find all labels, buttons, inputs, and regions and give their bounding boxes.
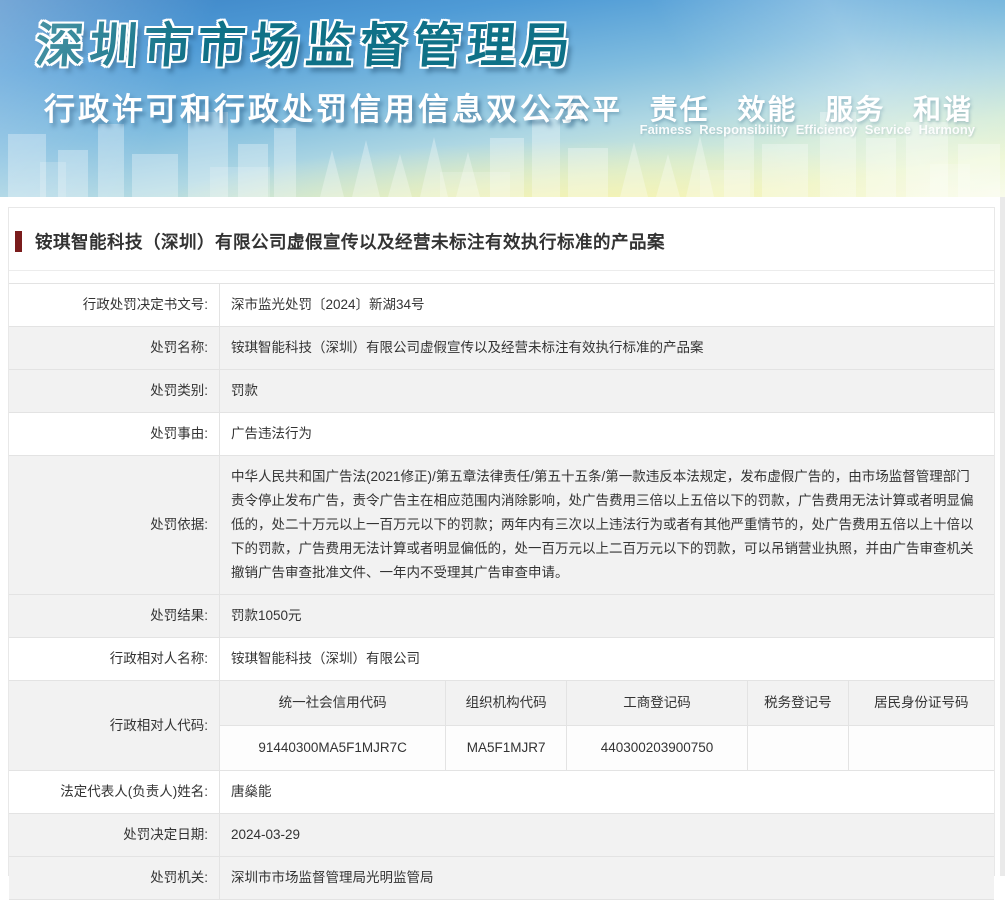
row-label: 处罚机关:: [9, 857, 220, 899]
row-label: 处罚决定日期:: [9, 814, 220, 856]
row-label: 处罚结果:: [9, 595, 220, 637]
site-banner: 深圳市市场监督管理局 行政许可和行政处罚信用信息双公示 公平 责任 效能 服务 …: [0, 0, 1005, 197]
row-value: 广告违法行为: [220, 413, 994, 455]
code-column-header: 组织机构代码: [445, 681, 566, 726]
row-value: 铵琪智能科技（深圳）有限公司虚假宣传以及经营未标注有效执行标准的产品案: [220, 327, 994, 369]
row-value: 中华人民共和国广告法(2021修正)/第五章法律责任/第五十五条/第一款违反本法…: [220, 456, 994, 594]
table-row: 处罚依据:中华人民共和国广告法(2021修正)/第五章法律责任/第五十五条/第一…: [9, 456, 994, 595]
row-label: 处罚事由:: [9, 413, 220, 455]
row-value-codes: 统一社会信用代码组织机构代码工商登记码税务登记号居民身份证号码 91440300M…: [220, 681, 994, 770]
row-value: 铵琪智能科技（深圳）有限公司: [220, 638, 994, 680]
row-label: 处罚类别:: [9, 370, 220, 412]
penalty-table: 行政处罚决定书文号:深市监光处罚〔2024〕新湖34号处罚名称:铵琪智能科技（深…: [9, 283, 994, 900]
row-label: 处罚依据:: [9, 456, 220, 594]
table-row: 处罚事由:广告违法行为: [9, 413, 994, 456]
row-label: 行政相对人代码:: [9, 681, 220, 770]
row-label: 行政处罚决定书文号:: [9, 284, 220, 326]
table-row: 处罚类别:罚款: [9, 370, 994, 413]
row-value: 罚款1050元: [220, 595, 994, 637]
code-value: MA5F1MJR7: [445, 726, 566, 770]
table-row: 处罚机关:深圳市市场监督管理局光明监管局: [9, 857, 994, 900]
table-row: 法定代表人(负责人)姓名:唐燊能: [9, 771, 994, 814]
content-card: 铵琪智能科技（深圳）有限公司虚假宣传以及经营未标注有效执行标准的产品案 行政处罚…: [8, 207, 995, 876]
table-row: 行政相对人代码:统一社会信用代码组织机构代码工商登记码税务登记号居民身份证号码 9…: [9, 681, 994, 771]
scrollbar[interactable]: [1000, 197, 1005, 876]
table-row: 行政处罚决定书文号:深市监光处罚〔2024〕新湖34号: [9, 284, 994, 327]
table-row: 行政相对人名称:铵琪智能科技（深圳）有限公司: [9, 638, 994, 681]
table-row: 处罚决定日期:2024-03-29: [9, 814, 994, 857]
code-value: [848, 726, 994, 770]
table-row: 处罚结果:罚款1050元: [9, 595, 994, 638]
code-value: 440300203900750: [566, 726, 747, 770]
divider: [9, 270, 994, 271]
code-value: [747, 726, 848, 770]
row-label: 处罚名称:: [9, 327, 220, 369]
banner-subtitle: 行政许可和行政处罚信用信息双公示: [44, 84, 588, 129]
row-value: 2024-03-29: [220, 814, 994, 856]
code-column-header: 税务登记号: [747, 681, 848, 726]
row-label: 法定代表人(负责人)姓名:: [9, 771, 220, 813]
row-value: 罚款: [220, 370, 994, 412]
table-row: 处罚名称:铵琪智能科技（深圳）有限公司虚假宣传以及经营未标注有效执行标准的产品案: [9, 327, 994, 370]
slogan-english: Faimess Responsibility Efficiency Servic…: [640, 122, 975, 137]
case-title: 铵琪智能科技（深圳）有限公司虚假宣传以及经营未标注有效执行标准的产品案: [35, 229, 665, 254]
code-value: 91440300MA5F1MJR7C: [220, 726, 445, 770]
row-value: 深市监光处罚〔2024〕新湖34号: [220, 284, 994, 326]
row-value: 唐燊能: [220, 771, 994, 813]
code-column-header: 统一社会信用代码: [220, 681, 445, 726]
code-column-header: 工商登记码: [566, 681, 747, 726]
agency-title: 深圳市市场监督管理局: [34, 6, 579, 76]
title-accent-bar: [15, 231, 22, 252]
row-label: 行政相对人名称:: [9, 638, 220, 680]
code-column-header: 居民身份证号码: [848, 681, 994, 726]
case-header: 铵琪智能科技（深圳）有限公司虚假宣传以及经营未标注有效执行标准的产品案: [9, 208, 994, 270]
row-value: 深圳市市场监督管理局光明监管局: [220, 857, 994, 899]
codes-subtable: 统一社会信用代码组织机构代码工商登记码税务登记号居民身份证号码 91440300M…: [220, 681, 994, 770]
